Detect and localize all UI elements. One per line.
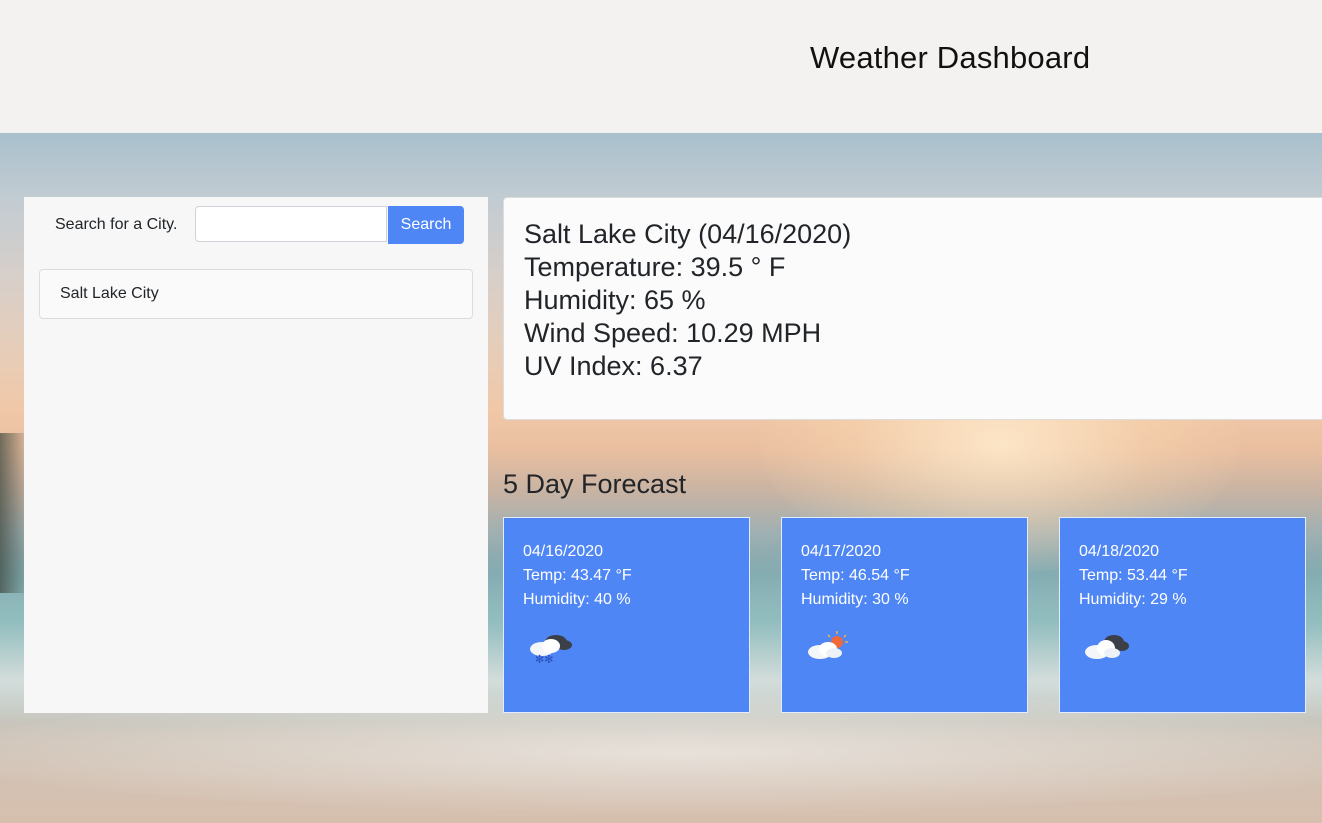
current-weather-card: Salt Lake City (04/16/2020) Temperature:… xyxy=(503,197,1322,420)
page: Weather Dashboard Search for a City. Sea… xyxy=(0,0,1322,823)
forecast-temp: Temp: 43.47 °F xyxy=(523,567,632,584)
search-button[interactable]: Search xyxy=(388,206,464,244)
forecast-date: 04/18/2020 xyxy=(1079,543,1160,560)
forecast-card: 04/16/2020 Temp: 43.47 °F Humidity: 40 %… xyxy=(503,517,750,713)
search-label: Search for a City. xyxy=(55,216,178,233)
snow-cloud-icon: ✻✻ xyxy=(530,635,572,666)
forecast-humidity: Humidity: 30 % xyxy=(801,591,909,608)
forecast-temp: Temp: 46.54 °F xyxy=(801,567,910,584)
search-history-item[interactable]: Salt Lake City xyxy=(39,269,473,319)
forecast-temp: Temp: 53.44 °F xyxy=(1079,567,1188,584)
header: Weather Dashboard xyxy=(0,0,1322,133)
forecast-humidity: Humidity: 29 % xyxy=(1079,591,1187,608)
svg-text:✻✻: ✻✻ xyxy=(535,653,553,666)
page-title: Weather Dashboard xyxy=(810,40,1091,75)
forecast-card: 04/18/2020 Temp: 53.44 °F Humidity: 29 % xyxy=(1059,517,1306,713)
cloudy-icon xyxy=(1085,635,1129,659)
forecast-card: 04/17/2020 Temp: 46.54 °F Humidity: 30 % xyxy=(781,517,1028,713)
current-city-date: Salt Lake City (04/16/2020) xyxy=(524,219,852,249)
current-uv-index: UV Index: 6.37 xyxy=(524,351,703,381)
forecast-title: 5 Day Forecast xyxy=(503,469,687,499)
forecast-date: 04/16/2020 xyxy=(523,543,604,560)
forecast-date: 04/17/2020 xyxy=(801,543,882,560)
search-sidebar: Search for a City. Search Salt Lake City xyxy=(24,197,488,713)
current-humidity: Humidity: 65 % xyxy=(524,285,706,315)
partly-sunny-icon xyxy=(808,631,848,659)
current-wind-speed: Wind Speed: 10.29 MPH xyxy=(524,318,822,348)
search-input[interactable] xyxy=(195,206,387,242)
current-temperature: Temperature: 39.5 ° F xyxy=(524,252,786,282)
forecast-humidity: Humidity: 40 % xyxy=(523,591,631,608)
search-history-list: Salt Lake City xyxy=(39,269,473,319)
